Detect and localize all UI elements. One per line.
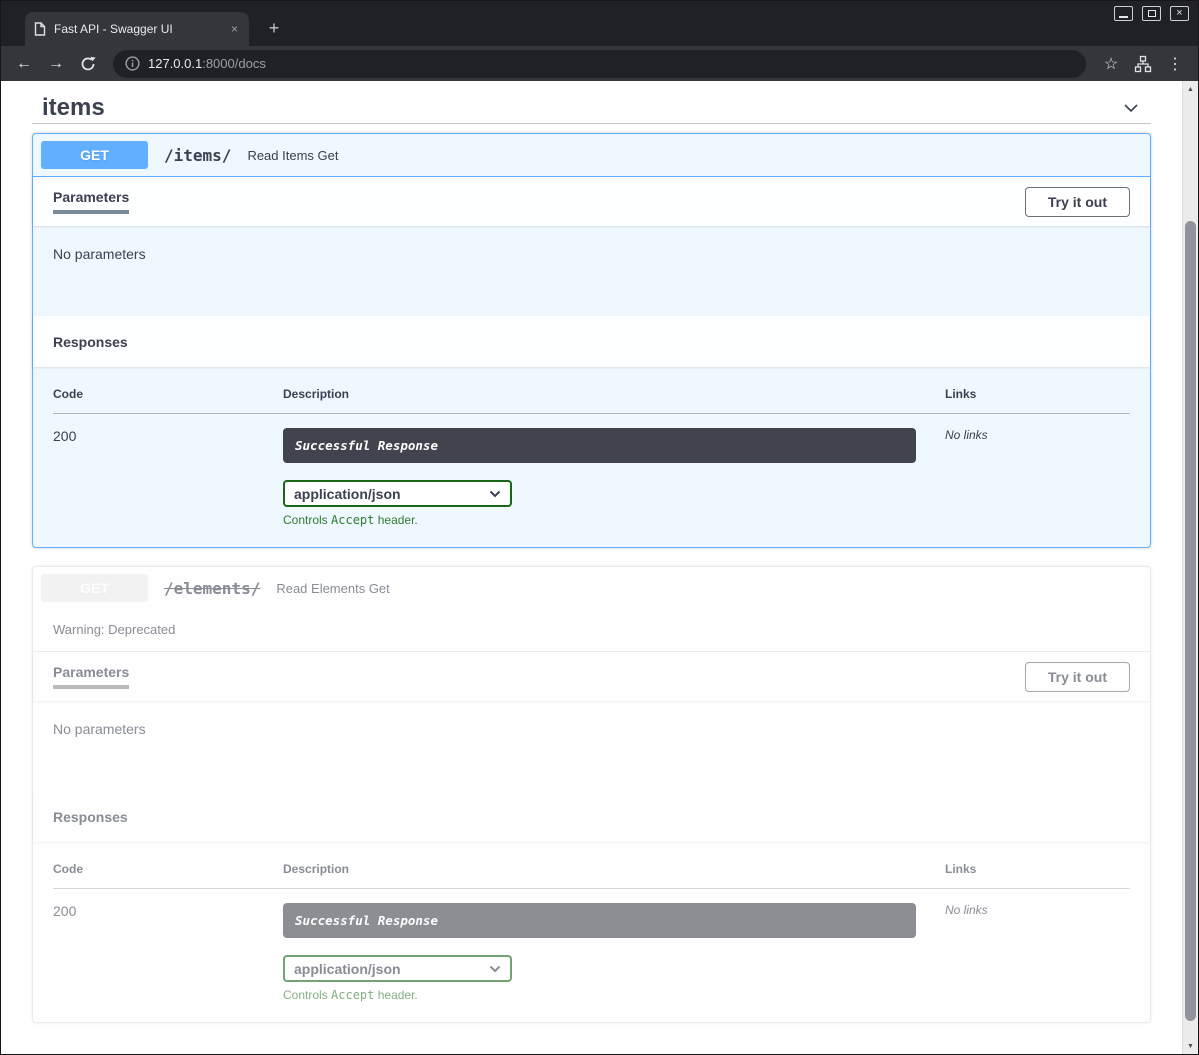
browser-toolbar: ← → 127.0.0.1:8000/docs ☆ ⋮ xyxy=(1,46,1198,81)
opblock-get-items: GET /items/ Read Items Get Parameters Tr… xyxy=(32,133,1151,548)
chevron-down-icon[interactable] xyxy=(1121,98,1141,118)
column-header-code: Code xyxy=(53,387,283,414)
browser-tab[interactable]: Fast API - Swagger UI × xyxy=(25,12,249,46)
responses-body: Code Description Links 200 xyxy=(33,842,1150,1022)
swagger-ui: items GET /items/ Read Items Get xyxy=(1,81,1182,1023)
close-button[interactable]: × xyxy=(1170,6,1189,21)
browser-window: Fast API - Swagger UI × + × ← → xyxy=(0,0,1199,1055)
parameters-tab[interactable]: Parameters xyxy=(53,189,129,214)
tag-title: items xyxy=(42,93,105,122)
parameters-header: Parameters Try it out xyxy=(33,177,1150,226)
table-row: 200 Successful Response application/json xyxy=(53,889,1130,1003)
bookmark-star-button[interactable]: ☆ xyxy=(1096,50,1126,78)
endpoint-path: /items/ xyxy=(158,146,237,165)
column-header-code: Code xyxy=(53,862,283,889)
no-parameters-text: No parameters xyxy=(53,721,146,737)
media-type-select[interactable]: application/json xyxy=(283,955,512,982)
maximize-button[interactable] xyxy=(1142,6,1161,21)
address-bar[interactable]: 127.0.0.1:8000/docs xyxy=(113,50,1086,78)
try-it-out-button[interactable]: Try it out xyxy=(1025,662,1130,692)
table-row: 200 Successful Response application/json xyxy=(53,414,1130,528)
accept-header-note: Controls Accept header. xyxy=(283,513,945,527)
back-button[interactable]: ← xyxy=(9,50,39,78)
no-parameters-text: No parameters xyxy=(53,246,146,262)
scroll-up-icon[interactable]: ▲ xyxy=(1183,81,1198,97)
accept-note-code: Accept xyxy=(331,513,374,527)
minimize-button[interactable] xyxy=(1114,6,1133,21)
responses-table: Code Description Links 200 xyxy=(53,387,1130,527)
url-text: 127.0.0.1:8000/docs xyxy=(148,55,266,73)
vertical-scrollbar[interactable]: ▲ ▼ xyxy=(1182,81,1198,1054)
select-chevron-icon xyxy=(489,490,501,498)
parameters-body: No parameters xyxy=(33,226,1150,316)
accept-note-code: Accept xyxy=(331,988,374,1002)
tab-groups-icon[interactable] xyxy=(1128,50,1158,78)
endpoint-summary: Read Elements Get xyxy=(276,581,389,596)
accept-note-pre: Controls xyxy=(283,988,331,1002)
tab-title: Fast API - Swagger UI xyxy=(54,22,221,36)
column-header-links: Links xyxy=(945,387,1130,414)
responses-title: Responses xyxy=(53,334,128,350)
endpoint-path: /elements/ xyxy=(158,579,266,598)
accept-header-note: Controls Accept header. xyxy=(283,988,945,1002)
parameters-header: Parameters Try it out xyxy=(33,652,1150,701)
try-it-out-button[interactable]: Try it out xyxy=(1025,187,1130,217)
reload-button[interactable] xyxy=(73,50,103,78)
titlebar: Fast API - Swagger UI × + × xyxy=(1,1,1198,46)
deprecated-warning: Warning: Deprecated xyxy=(33,610,1150,652)
parameters-body: No parameters xyxy=(33,701,1150,791)
close-icon: × xyxy=(1176,8,1182,19)
media-type-select[interactable]: application/json xyxy=(283,480,512,507)
response-code: 200 xyxy=(53,414,283,528)
response-links: No links xyxy=(945,414,1130,528)
responses-table: Code Description Links 200 xyxy=(53,862,1130,1002)
accept-note-post: header. xyxy=(374,513,417,527)
scrollbar-thumb[interactable] xyxy=(1185,221,1196,1021)
browser-menu-button[interactable]: ⋮ xyxy=(1160,50,1190,78)
favicon-page-icon xyxy=(34,22,46,36)
method-badge: GET xyxy=(41,141,148,169)
response-links: No links xyxy=(945,889,1130,1003)
responses-header: Responses xyxy=(33,791,1150,842)
method-badge: GET xyxy=(41,574,148,602)
responses-title: Responses xyxy=(53,809,128,825)
response-description: Successful Response xyxy=(283,428,916,463)
accept-note-pre: Controls xyxy=(283,513,331,527)
opblock-get-elements-deprecated: GET /elements/ Read Elements Get Warning… xyxy=(32,566,1151,1023)
tab-close-icon[interactable]: × xyxy=(229,22,240,36)
page-content: items GET /items/ Read Items Get xyxy=(1,81,1198,1054)
new-tab-button[interactable]: + xyxy=(261,15,287,41)
opblock-summary[interactable]: GET /items/ Read Items Get xyxy=(33,134,1150,177)
column-header-description: Description xyxy=(283,387,945,414)
maximize-icon xyxy=(1148,10,1156,17)
column-header-description: Description xyxy=(283,862,945,889)
media-type-value: application/json xyxy=(294,486,401,502)
url-host: 127.0.0.1 xyxy=(148,56,202,71)
parameters-tab[interactable]: Parameters xyxy=(53,664,129,689)
responses-body: Code Description Links 200 xyxy=(33,367,1150,547)
responses-header: Responses xyxy=(33,316,1150,367)
reload-icon xyxy=(80,56,96,72)
url-path: :8000/docs xyxy=(202,56,266,71)
select-chevron-icon xyxy=(489,965,501,973)
response-code: 200 xyxy=(53,889,283,1003)
scroll-down-icon[interactable]: ▼ xyxy=(1183,1038,1198,1054)
minimize-icon xyxy=(1119,16,1128,18)
accept-note-post: header. xyxy=(374,988,417,1002)
window-controls: × xyxy=(1114,6,1189,21)
forward-button[interactable]: → xyxy=(41,50,71,78)
site-info-icon[interactable] xyxy=(125,56,140,71)
column-header-links: Links xyxy=(945,862,1130,889)
media-type-value: application/json xyxy=(294,961,401,977)
sitemap-icon xyxy=(1134,55,1152,73)
tag-section-header[interactable]: items xyxy=(32,81,1151,124)
response-description: Successful Response xyxy=(283,903,916,938)
opblock-summary[interactable]: GET /elements/ Read Elements Get xyxy=(33,567,1150,610)
endpoint-summary: Read Items Get xyxy=(247,148,338,163)
